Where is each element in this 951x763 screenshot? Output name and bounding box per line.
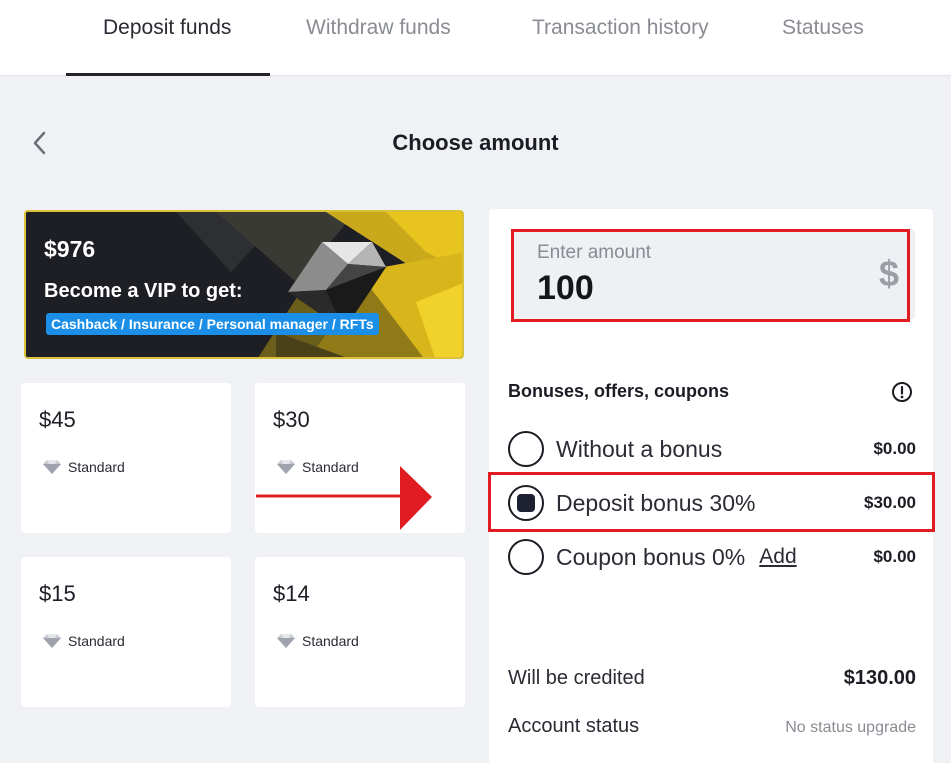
tab-deposit-funds[interactable]: Deposit funds <box>103 16 231 40</box>
bonus-option-none[interactable]: Without a bonus $0.00 <box>508 430 916 468</box>
card-amount: $14 <box>273 581 310 606</box>
bonus-option-coupon[interactable]: Coupon bonus 0% Add $0.00 <box>508 538 916 576</box>
vip-benefits-chip: Cashback / Insurance / Personal manager … <box>46 313 379 335</box>
card-tier-label: Standard <box>68 633 125 649</box>
card-tier: Standard <box>43 459 125 475</box>
credited-value: $130.00 <box>843 667 916 689</box>
page-title: Choose amount <box>392 130 559 155</box>
tab-statuses[interactable]: Statuses <box>782 16 864 40</box>
vip-banner[interactable]: $976 Become a VIP to get: Cashback / Ins… <box>24 210 464 359</box>
bonus-option-value: $0.00 <box>873 439 916 458</box>
diamond-icon <box>43 634 61 648</box>
amount-card-15[interactable]: $15 Standard <box>21 557 231 707</box>
card-tier-label: Standard <box>302 633 359 649</box>
amount-input-value[interactable]: 100 <box>537 269 594 308</box>
amount-card-45[interactable]: $45 Standard <box>21 383 231 533</box>
bonus-option-deposit[interactable]: Deposit bonus 30% $30.00 <box>508 484 916 522</box>
account-status-value: No status upgrade <box>785 719 916 736</box>
card-tier: Standard <box>277 633 359 649</box>
diamond-icon <box>43 460 61 474</box>
account-status-label: Account status <box>508 715 640 737</box>
card-tier: Standard <box>43 633 125 649</box>
amount-input[interactable]: Enter amount 100 $ <box>511 229 915 319</box>
tab-transaction-history[interactable]: Transaction history <box>532 16 709 40</box>
card-amount: $30 <box>273 407 310 432</box>
radio-without-bonus[interactable] <box>508 431 544 467</box>
credited-row: Will be credited $130.00 <box>508 667 916 690</box>
dollar-icon: $ <box>878 253 899 294</box>
bonus-option-label: Deposit bonus 30% <box>556 489 756 516</box>
amount-card-14[interactable]: $14 Standard <box>255 557 465 707</box>
card-amount: $15 <box>39 581 76 606</box>
deposit-panel: Enter amount 100 $ Bonuses, offers, coup… <box>489 209 933 763</box>
account-status-row: Account status No status upgrade <box>508 715 916 738</box>
bonus-option-label: Without a bonus <box>556 435 723 462</box>
vip-amount: $976 <box>44 236 96 262</box>
top-tabs-bar: Deposit funds Withdraw funds Transaction… <box>0 0 951 76</box>
exclamation-circle-icon[interactable] <box>891 381 913 403</box>
bonus-option-value: $0.00 <box>873 547 916 566</box>
add-coupon-link[interactable]: Add <box>759 545 796 569</box>
amount-input-label: Enter amount <box>537 242 652 263</box>
bonuses-title: Bonuses, offers, coupons <box>508 381 730 401</box>
radio-deposit-bonus[interactable] <box>508 485 544 521</box>
arrow-right-icon <box>256 466 432 530</box>
tab-withdraw-funds[interactable]: Withdraw funds <box>306 16 451 40</box>
card-amount: $45 <box>39 407 76 432</box>
bonus-option-label: Coupon bonus 0% <box>556 543 746 570</box>
bonus-option-value: $30.00 <box>864 493 916 512</box>
active-tab-indicator <box>66 73 270 76</box>
radio-coupon-bonus[interactable] <box>508 539 544 575</box>
diamond-icon <box>277 634 295 648</box>
credited-label: Will be credited <box>508 667 645 689</box>
card-tier-label: Standard <box>68 459 125 475</box>
vip-headline: Become a VIP to get: <box>44 280 243 302</box>
